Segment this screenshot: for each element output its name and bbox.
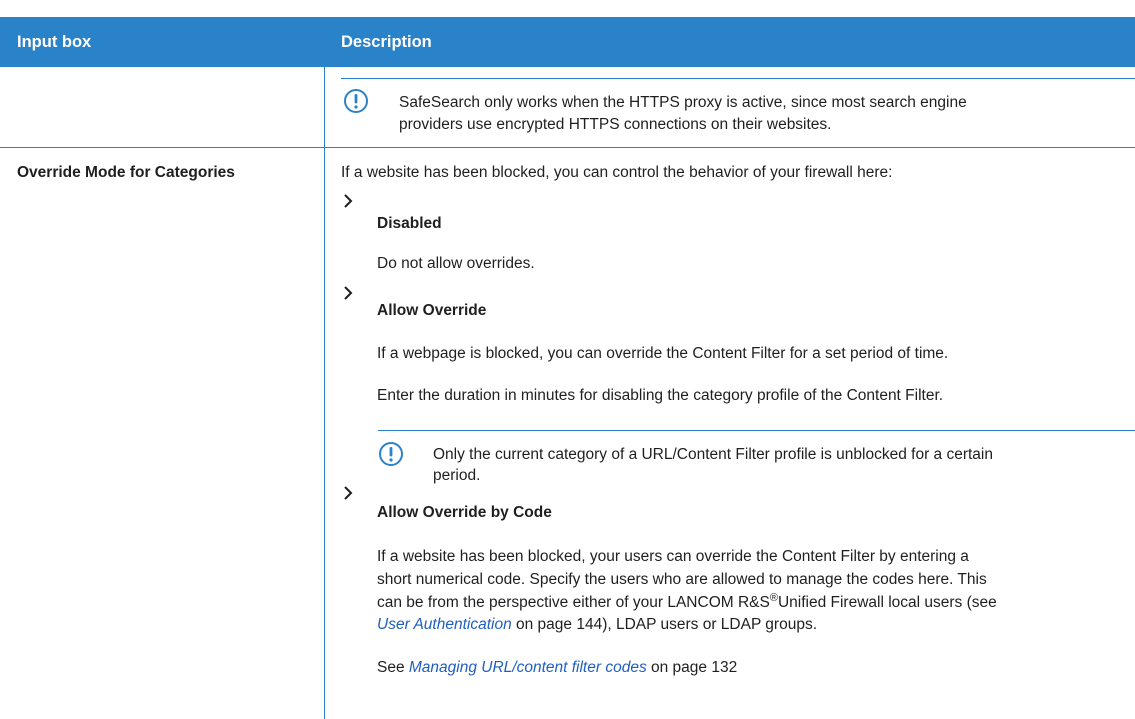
user-authentication-link[interactable]: User Authentication xyxy=(377,616,512,633)
override-by-code-line4: User Authentication on page 144), LDAP u… xyxy=(377,614,817,636)
chevron-right-icon xyxy=(344,194,353,208)
override-by-code-line2: short numerical code. Specify the users … xyxy=(377,571,987,588)
option-disabled-text: Do not allow overrides. xyxy=(377,255,535,272)
managing-codes-link[interactable]: Managing URL/content filter codes xyxy=(409,659,647,676)
chevron-right-icon xyxy=(344,286,353,300)
override-note-line2: period. xyxy=(433,467,481,484)
line3-text-b: Unified Firewall local users (see xyxy=(777,594,997,611)
row-separator xyxy=(0,147,1135,148)
option-allow-override-text1: If a webpage is blocked, you can overrid… xyxy=(377,345,949,362)
field-name: Override Mode for Categories xyxy=(17,164,235,181)
header-description: Description xyxy=(341,33,432,51)
see-reference: See Managing URL/content filter codes on… xyxy=(377,657,737,679)
see-prefix: See xyxy=(377,659,409,676)
override-note-line1: Only the current category of a URL/Conte… xyxy=(433,446,993,463)
override-by-code-line1: If a website has been blocked, your user… xyxy=(377,548,969,565)
parameter-table: Input box Description SafeSearch only wo… xyxy=(0,0,1135,719)
chevron-right-icon xyxy=(344,486,353,500)
header-input-box: Input box xyxy=(17,33,92,51)
column-separator xyxy=(324,67,325,719)
registered-mark: ® xyxy=(769,591,778,604)
exclamation-circle-icon xyxy=(344,89,368,113)
exclamation-circle-icon xyxy=(379,442,403,466)
note-top-rule xyxy=(341,78,1135,79)
see-rest: on page 132 xyxy=(646,659,738,676)
override-by-code-line3: can be from the perspective either of yo… xyxy=(377,592,997,614)
table-header: Input box Description xyxy=(0,17,1135,67)
line3-text-a: can be from the perspective either of yo… xyxy=(377,594,770,611)
option-override-by-code-title: Allow Override by Code xyxy=(377,504,552,521)
safesearch-note-line2: providers use encrypted HTTPS connection… xyxy=(399,116,832,133)
row-intro: If a website has been blocked, you can c… xyxy=(341,164,893,181)
option-allow-override-text2: Enter the duration in minutes for disabl… xyxy=(377,387,944,404)
note-top-rule xyxy=(378,430,1135,431)
option-allow-override-title: Allow Override xyxy=(377,302,487,319)
safesearch-note-line1: SafeSearch only works when the HTTPS pro… xyxy=(399,94,967,111)
option-disabled-title: Disabled xyxy=(377,215,442,232)
line4-rest: on page 144), LDAP users or LDAP groups. xyxy=(511,616,818,633)
